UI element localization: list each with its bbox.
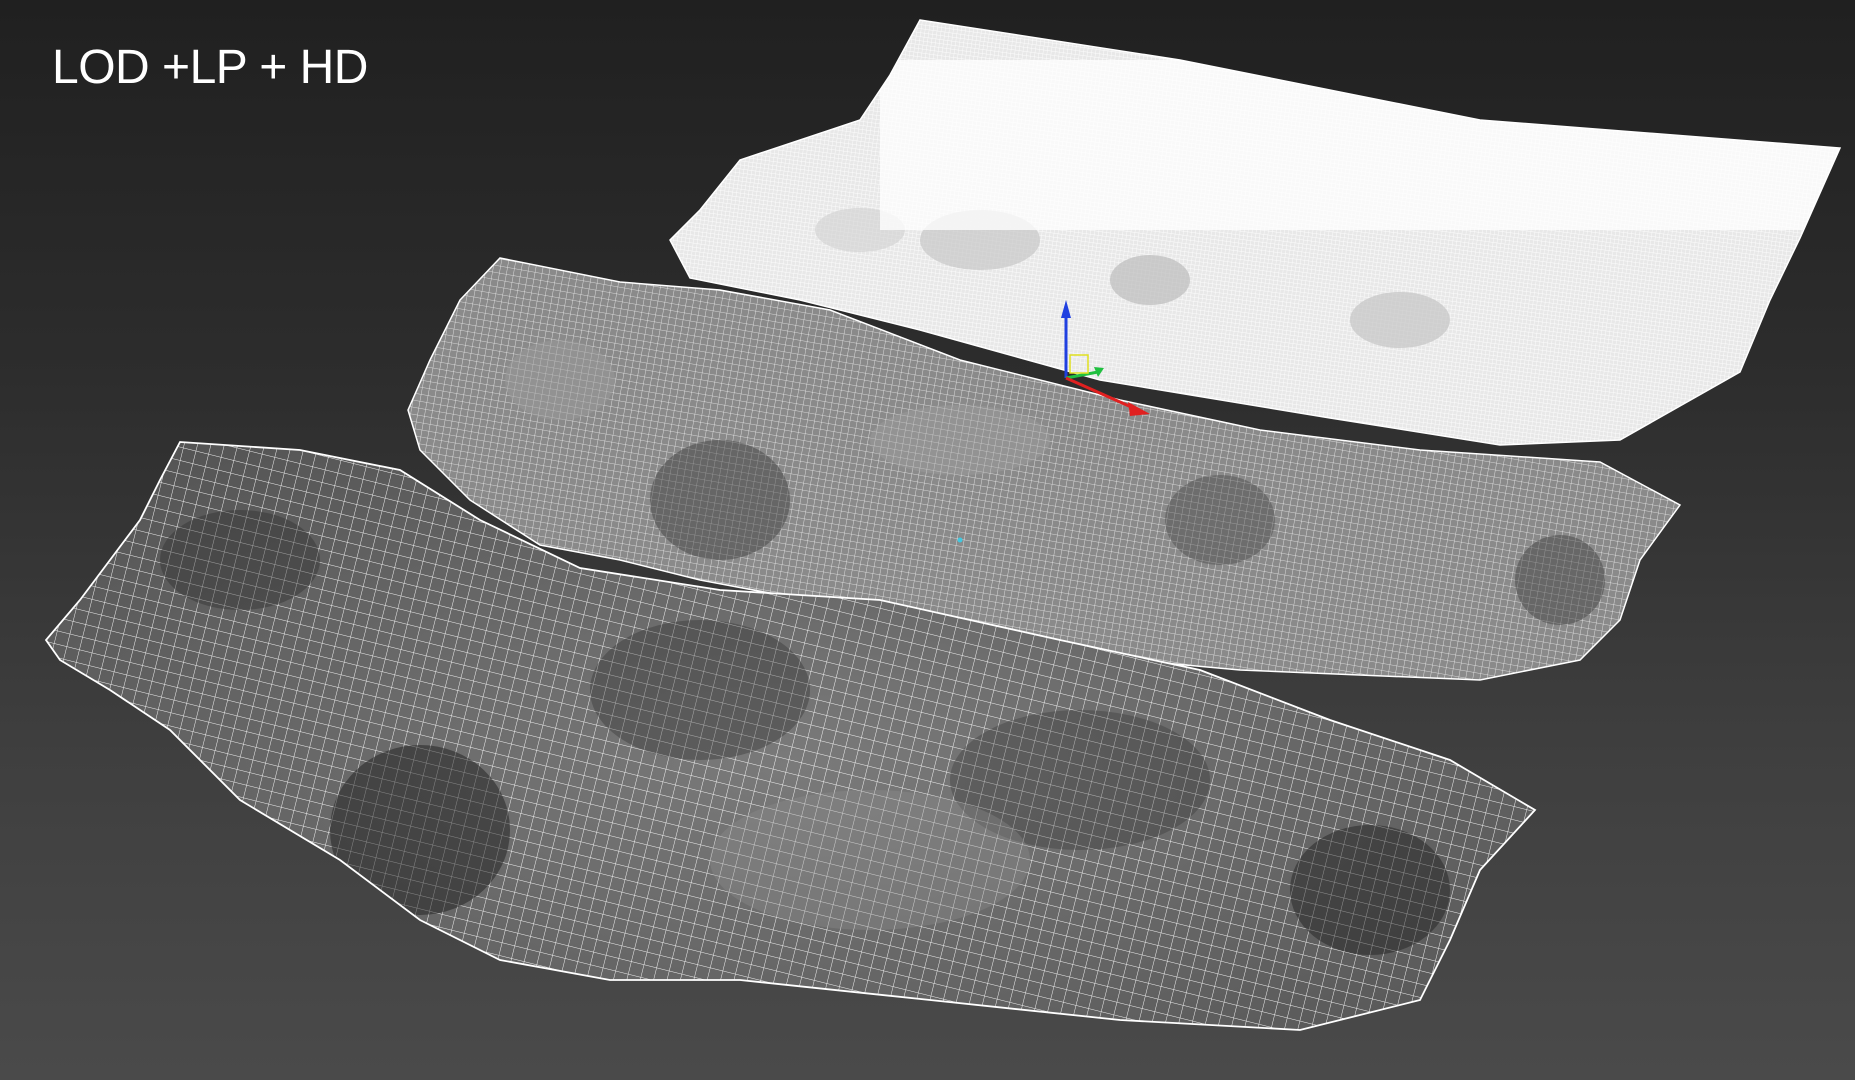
pivot-marker-icon (957, 537, 963, 543)
scene-canvas[interactable] (0, 0, 1855, 1080)
3d-viewport[interactable]: LOD +LP + HD (0, 0, 1855, 1080)
